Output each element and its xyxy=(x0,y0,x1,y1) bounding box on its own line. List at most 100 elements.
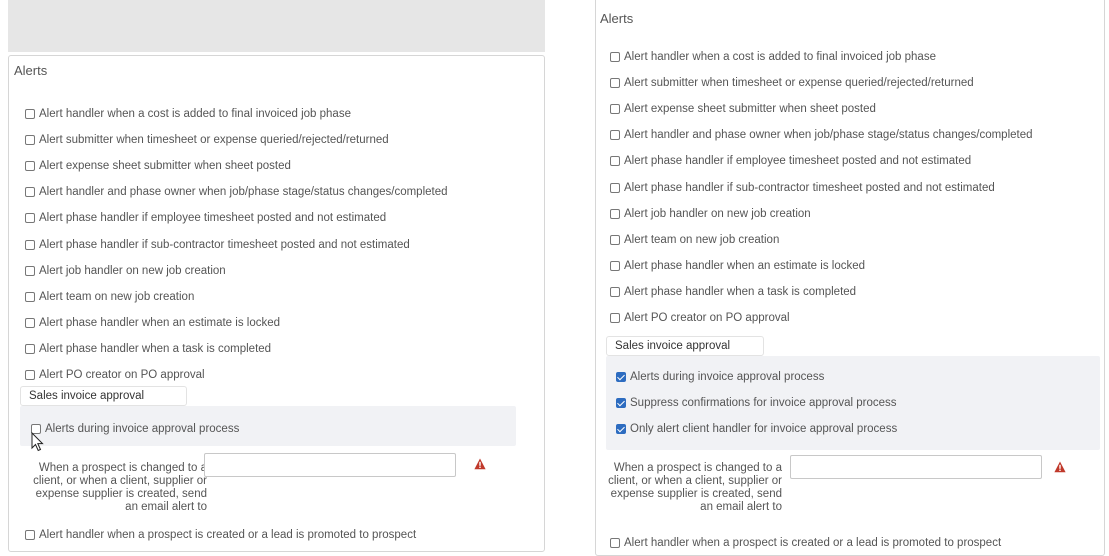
alert-option-label: Alert phase handler when an estimate is … xyxy=(39,316,281,329)
alert-option-label: Alert team on new job creation xyxy=(624,233,780,246)
alert-option-label: Alert expense sheet submitter when sheet… xyxy=(39,160,291,173)
alert-option[interactable]: Suppress confirmations for invoice appro… xyxy=(616,390,897,416)
alert-option-label: Alert phase handler when an estimate is … xyxy=(624,259,866,272)
alert-option[interactable]: Alert handler when a cost is added to fi… xyxy=(610,44,1033,70)
checkbox[interactable] xyxy=(25,161,35,172)
sales-invoice-approval-header: Sales invoice approval xyxy=(606,336,764,356)
alert-option[interactable]: Alert handler when a prospect is created… xyxy=(610,530,1001,556)
checkbox[interactable] xyxy=(25,369,35,380)
checkbox[interactable] xyxy=(610,260,620,271)
checkbox-checked[interactable] xyxy=(616,424,626,434)
alert-option[interactable]: Alert team on new job creation xyxy=(610,227,1033,253)
alert-option-label: Alert submitter when timesheet or expens… xyxy=(39,134,389,147)
alert-option[interactable]: Alert job handler on new job creation xyxy=(610,201,1033,227)
prospect-alert-recipient-input[interactable] xyxy=(204,453,456,477)
checkbox[interactable] xyxy=(610,538,620,549)
alerts-panel-right: Alerts Alert handler when a cost is adde… xyxy=(595,0,1105,556)
alert-option[interactable]: Only alert client handler for invoice ap… xyxy=(616,416,897,442)
checkbox[interactable] xyxy=(610,130,620,141)
alert-option-label: Alert handler and phase owner when job/p… xyxy=(39,186,448,199)
alert-option[interactable]: Alert phase handler when a task is compl… xyxy=(25,336,448,362)
alert-option-label: Alerts during invoice approval process xyxy=(45,423,240,436)
alert-option[interactable]: Alert phase handler if employee timeshee… xyxy=(25,205,448,231)
alert-option-label: Alert submitter when timesheet or expens… xyxy=(624,77,974,90)
alert-option[interactable]: Alert handler and phase owner when job/p… xyxy=(25,179,448,205)
checkbox[interactable] xyxy=(610,156,620,167)
sales-invoice-approval-header: Sales invoice approval xyxy=(20,386,187,406)
mouse-pointer-icon xyxy=(31,432,44,452)
sales-invoice-approval-list: Alerts during invoice approval process xyxy=(31,416,239,442)
alert-option-label: Alert job handler on new job creation xyxy=(39,264,226,277)
alert-option-label: Alert handler when a cost is added to fi… xyxy=(624,51,936,64)
panel-title: Alerts xyxy=(14,63,48,78)
alert-option[interactable]: Alert expense sheet submitter when sheet… xyxy=(610,96,1033,122)
alert-option-label: Alert PO creator on PO approval xyxy=(624,311,790,324)
alert-option-label: Alert phase handler if sub-contractor ti… xyxy=(624,181,995,194)
alerts-list: Alert handler when a cost is added to fi… xyxy=(25,101,448,388)
checkbox[interactable] xyxy=(25,135,35,146)
alert-option-label: Suppress confirmations for invoice appro… xyxy=(630,397,897,409)
prospect-alert-row: Alert handler when a prospect is created… xyxy=(25,522,416,548)
alert-option[interactable]: Alert job handler on new job creation xyxy=(25,258,448,284)
alert-option[interactable]: Alert team on new job creation xyxy=(25,284,448,310)
alert-option[interactable]: Alert PO creator on PO approval xyxy=(610,305,1033,331)
alert-option[interactable]: Alert phase handler if sub-contractor ti… xyxy=(25,231,448,257)
top-grey-bar xyxy=(8,0,545,52)
alert-option[interactable]: Alert handler when a cost is added to fi… xyxy=(25,101,448,127)
alert-option-label: Alert team on new job creation xyxy=(39,290,195,303)
checkbox[interactable] xyxy=(25,317,35,328)
checkbox[interactable] xyxy=(610,104,620,115)
alert-option[interactable]: Alert PO creator on PO approval xyxy=(25,362,448,388)
checkbox[interactable] xyxy=(610,312,620,323)
alert-option-label: Alert phase handler if employee timeshee… xyxy=(39,212,387,225)
alert-option[interactable]: Alert phase handler if employee timeshee… xyxy=(610,148,1033,174)
checkbox[interactable] xyxy=(610,234,620,245)
alert-option[interactable]: Alert phase handler when an estimate is … xyxy=(25,310,448,336)
alert-option-label: Alert handler and phase owner when job/p… xyxy=(624,129,1033,142)
prospect-alert-row: Alert handler when a prospect is created… xyxy=(610,530,1001,556)
alert-option[interactable]: Alert expense sheet submitter when sheet… xyxy=(25,153,448,179)
checkbox-checked[interactable] xyxy=(616,372,626,382)
checkbox[interactable] xyxy=(25,213,35,224)
alert-option[interactable]: Alerts during invoice approval process xyxy=(616,364,897,390)
checkbox[interactable] xyxy=(25,530,35,541)
checkbox[interactable] xyxy=(610,286,620,297)
alert-option-label: Alert phase handler if employee timeshee… xyxy=(624,155,972,168)
alert-option[interactable]: Alert phase handler when an estimate is … xyxy=(610,253,1033,279)
prospect-alert-label: When a prospect is changed to a client, … xyxy=(608,462,782,513)
checkbox-checked[interactable] xyxy=(616,398,626,408)
alert-option[interactable]: Alert submitter when timesheet or expens… xyxy=(25,127,448,153)
checkbox[interactable] xyxy=(610,182,620,193)
checkbox[interactable] xyxy=(25,239,35,250)
checkbox[interactable] xyxy=(610,208,620,219)
alert-option-label: Alert handler when a cost is added to fi… xyxy=(39,108,351,121)
checkbox[interactable] xyxy=(25,265,35,276)
checkbox[interactable] xyxy=(25,343,35,354)
alert-option-label: Alert phase handler when a task is compl… xyxy=(39,342,272,355)
alert-option[interactable]: Alert handler when a prospect is created… xyxy=(25,522,416,548)
checkbox[interactable] xyxy=(610,78,620,89)
alert-option-label: Alert PO creator on PO approval xyxy=(39,368,205,381)
alert-option[interactable]: Alert phase handler when a task is compl… xyxy=(610,279,1033,305)
prospect-alert-recipient-input[interactable] xyxy=(790,455,1042,479)
alert-option[interactable]: Alerts during invoice approval process xyxy=(31,416,239,442)
alerts-panel-left: Alerts Alert handler when a cost is adde… xyxy=(8,55,545,552)
checkbox[interactable] xyxy=(25,291,35,302)
checkbox[interactable] xyxy=(25,109,35,120)
alert-option-label: Alert phase handler when a task is compl… xyxy=(624,285,857,298)
alert-option[interactable]: Alert handler and phase owner when job/p… xyxy=(610,122,1033,148)
alert-option-label: Alert handler when a prospect is created… xyxy=(624,537,1002,550)
alert-option-label: Alert handler when a prospect is created… xyxy=(39,529,417,542)
alert-option-label: Alerts during invoice approval process xyxy=(630,371,825,383)
checkbox[interactable] xyxy=(25,187,35,198)
alert-option[interactable]: Alert phase handler if sub-contractor ti… xyxy=(610,174,1033,200)
alerts-list: Alert handler when a cost is added to fi… xyxy=(610,44,1033,331)
checkbox[interactable] xyxy=(610,52,620,63)
panel-title: Alerts xyxy=(600,11,634,26)
warning-triangle-icon xyxy=(1054,461,1066,473)
warning-triangle-icon xyxy=(474,458,486,470)
alert-option[interactable]: Alert submitter when timesheet or expens… xyxy=(610,70,1033,96)
alert-option-label: Alert phase handler if sub-contractor ti… xyxy=(39,238,410,251)
alert-option-label: Only alert client handler for invoice ap… xyxy=(630,423,898,435)
alert-option-label: Alert job handler on new job creation xyxy=(624,207,811,220)
